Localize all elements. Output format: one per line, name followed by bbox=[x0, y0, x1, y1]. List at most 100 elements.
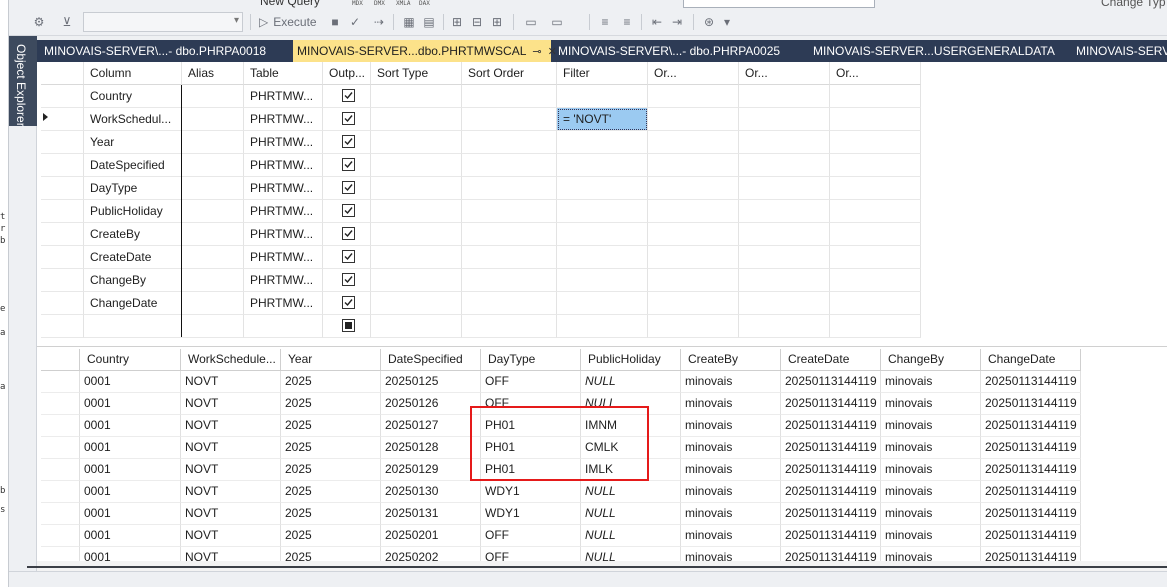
column-header[interactable]: Or... bbox=[739, 62, 830, 85]
table-cell[interactable]: PHRTMW... bbox=[244, 154, 323, 177]
or-cell[interactable] bbox=[739, 177, 830, 200]
public-holiday-cell[interactable]: IMLK bbox=[581, 459, 681, 481]
create-date-cell[interactable]: 20250113144119 bbox=[781, 415, 881, 437]
results-column-header[interactable]: Country bbox=[80, 349, 181, 371]
create-date-cell[interactable]: 20250113144119 bbox=[781, 393, 881, 415]
change-date-cell[interactable]: 20250113144119 bbox=[981, 459, 1081, 481]
change-date-cell[interactable]: 20250113144119 bbox=[981, 437, 1081, 459]
create-by-cell[interactable]: minovais bbox=[681, 503, 781, 525]
dmx-label[interactable]: DMX bbox=[374, 0, 385, 7]
create-by-cell[interactable]: minovais bbox=[681, 547, 781, 561]
sort-type-cell[interactable] bbox=[371, 85, 462, 108]
column-header[interactable]: Sort Order bbox=[462, 62, 557, 85]
alias-cell[interactable] bbox=[182, 246, 244, 269]
sort-type-cell[interactable] bbox=[371, 177, 462, 200]
output-cell[interactable] bbox=[323, 292, 371, 315]
pin-icon[interactable]: ⊸ bbox=[532, 41, 541, 62]
country-cell[interactable]: 0001 bbox=[80, 393, 181, 415]
country-cell[interactable]: 0001 bbox=[80, 481, 181, 503]
sort-order-cell[interactable] bbox=[462, 154, 557, 177]
output-checkbox[interactable] bbox=[342, 158, 355, 171]
year-cell[interactable]: 2025 bbox=[281, 437, 381, 459]
or-cell[interactable] bbox=[739, 154, 830, 177]
results-column-header[interactable]: ChangeDate bbox=[981, 349, 1081, 371]
filter-cell[interactable] bbox=[557, 200, 648, 223]
new-query-button[interactable]: New Query bbox=[260, 0, 320, 8]
table-cell[interactable]: PHRTMW... bbox=[244, 200, 323, 223]
day-type-cell[interactable]: WDY1 bbox=[481, 503, 581, 525]
column-cell[interactable]: ChangeBy bbox=[84, 269, 182, 292]
output-cell[interactable] bbox=[323, 223, 371, 246]
public-holiday-cell[interactable]: NULL bbox=[581, 481, 681, 503]
filter-cell[interactable] bbox=[557, 315, 648, 338]
date-specified-cell[interactable]: 20250131 bbox=[381, 503, 481, 525]
uncomment-icon[interactable]: ≡ bbox=[619, 13, 635, 31]
comment-icon[interactable]: ≡ bbox=[597, 13, 613, 31]
or-cell[interactable] bbox=[648, 246, 739, 269]
or-cell[interactable] bbox=[739, 246, 830, 269]
row-selector[interactable] bbox=[41, 131, 84, 154]
output-checkbox[interactable] bbox=[342, 89, 355, 102]
or-cell[interactable] bbox=[830, 200, 921, 223]
column-cell[interactable]: DayType bbox=[84, 177, 182, 200]
public-holiday-cell[interactable]: NULL bbox=[581, 525, 681, 547]
table-cell[interactable]: PHRTMW... bbox=[244, 85, 323, 108]
or-cell[interactable] bbox=[830, 315, 921, 338]
day-type-cell[interactable]: PH01 bbox=[481, 415, 581, 437]
work-schedule-cell[interactable]: NOVT bbox=[181, 481, 281, 503]
row-selector-header[interactable] bbox=[41, 349, 80, 371]
create-date-cell[interactable]: 20250113144119 bbox=[781, 525, 881, 547]
create-date-cell[interactable]: 20250113144119 bbox=[781, 371, 881, 393]
change-date-cell[interactable]: 20250113144119 bbox=[981, 393, 1081, 415]
output-checkbox[interactable] bbox=[342, 181, 355, 194]
alias-cell[interactable] bbox=[182, 131, 244, 154]
change-by-cell[interactable]: minovais bbox=[881, 547, 981, 561]
country-cell[interactable]: 0001 bbox=[80, 547, 181, 561]
filter-icon[interactable]: ⊻ bbox=[59, 13, 75, 31]
column-cell[interactable]: DateSpecified bbox=[84, 154, 182, 177]
or-cell[interactable] bbox=[830, 292, 921, 315]
results-column-header[interactable]: Year bbox=[281, 349, 381, 371]
alias-cell[interactable] bbox=[182, 269, 244, 292]
date-specified-cell[interactable]: 20250130 bbox=[381, 481, 481, 503]
country-cell[interactable]: 0001 bbox=[80, 437, 181, 459]
sort-order-cell[interactable] bbox=[462, 269, 557, 292]
work-schedule-cell[interactable]: NOVT bbox=[181, 371, 281, 393]
or-cell[interactable] bbox=[739, 85, 830, 108]
country-cell[interactable]: 0001 bbox=[80, 459, 181, 481]
results-column-header[interactable]: ChangeBy bbox=[881, 349, 981, 371]
or-cell[interactable] bbox=[739, 200, 830, 223]
change-date-cell[interactable]: 20250113144119 bbox=[981, 503, 1081, 525]
or-cell[interactable] bbox=[830, 85, 921, 108]
table-cell[interactable]: PHRTMW... bbox=[244, 131, 323, 154]
or-cell[interactable] bbox=[648, 131, 739, 154]
row-selector[interactable] bbox=[41, 503, 80, 525]
stop-icon[interactable]: ■ bbox=[327, 13, 343, 31]
day-type-cell[interactable]: PH01 bbox=[481, 459, 581, 481]
change-date-cell[interactable]: 20250113144119 bbox=[981, 525, 1081, 547]
tab-usergeneraldata[interactable]: MINOVAIS-SERVER...USERGENERALDATA bbox=[806, 40, 1069, 62]
row-selector[interactable] bbox=[41, 415, 80, 437]
filter-cell[interactable] bbox=[557, 85, 648, 108]
or-cell[interactable] bbox=[830, 223, 921, 246]
table-cell[interactable]: PHRTMW... bbox=[244, 269, 323, 292]
or-cell[interactable] bbox=[648, 108, 739, 131]
sort-type-cell[interactable] bbox=[371, 154, 462, 177]
filter-cell[interactable] bbox=[557, 177, 648, 200]
or-cell[interactable] bbox=[739, 108, 830, 131]
create-date-cell[interactable]: 20250113144119 bbox=[781, 547, 881, 561]
year-cell[interactable]: 2025 bbox=[281, 415, 381, 437]
alias-cell[interactable] bbox=[182, 292, 244, 315]
or-cell[interactable] bbox=[830, 246, 921, 269]
filter-cell[interactable] bbox=[557, 292, 648, 315]
or-cell[interactable] bbox=[830, 177, 921, 200]
public-holiday-cell[interactable]: CMLK bbox=[581, 437, 681, 459]
date-specified-cell[interactable]: 20250126 bbox=[381, 393, 481, 415]
column-cell[interactable]: CreateBy bbox=[84, 223, 182, 246]
change-by-cell[interactable]: minovais bbox=[881, 503, 981, 525]
or-cell[interactable] bbox=[739, 131, 830, 154]
alias-cell[interactable] bbox=[182, 85, 244, 108]
dax-label[interactable]: DAX bbox=[419, 0, 430, 7]
output-cell[interactable] bbox=[323, 154, 371, 177]
sort-order-cell[interactable] bbox=[462, 315, 557, 338]
